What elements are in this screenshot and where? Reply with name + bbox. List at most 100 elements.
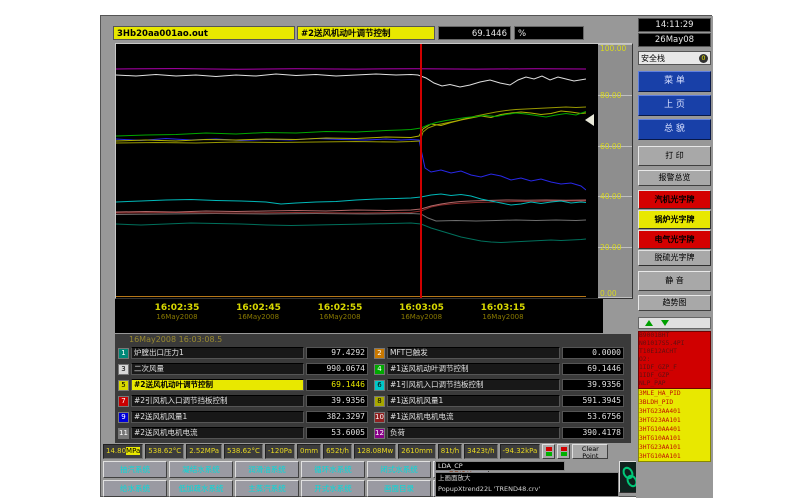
system-page-button[interactable]: 开式水系统 bbox=[301, 480, 365, 497]
alarm-tag[interactable]: 1IDF_GZP bbox=[639, 372, 710, 380]
warning-tag[interactable]: 3HTG23AA101 bbox=[639, 443, 710, 452]
x-tick-time: 16:02:45 bbox=[226, 303, 292, 313]
alarm-tag[interactable]: T10E12ACHT bbox=[639, 348, 710, 356]
trend-line bbox=[116, 111, 586, 141]
x-tick-label: 16:02:3516May2008 bbox=[144, 303, 210, 321]
pen-color-chip: 3 bbox=[118, 364, 129, 375]
pen-label[interactable]: 二次风量 bbox=[131, 363, 304, 375]
legend-row-2[interactable]: 2MFT已触发0.0000 bbox=[374, 346, 624, 360]
pen-label[interactable]: #1送风机电机电流 bbox=[387, 411, 560, 423]
point-description-field[interactable]: #2送风机动叶调节控制 bbox=[297, 26, 435, 40]
pen-value: 382.3297 bbox=[306, 411, 368, 423]
legend-row-3[interactable]: 3二次风量990.0674 bbox=[118, 362, 368, 376]
fgd-annunciator-button[interactable]: 脱硫光字牌 bbox=[638, 250, 711, 266]
trend-plot[interactable] bbox=[116, 44, 586, 298]
pen-label[interactable]: 炉膛出口压力1 bbox=[131, 347, 304, 359]
electrical-annunciator-button[interactable]: 电气光字牌 bbox=[638, 230, 711, 249]
legend-row-11[interactable]: 11#2送风机电机电流53.6005 bbox=[118, 426, 368, 440]
legend-row-4[interactable]: 4#1送风机动叶调节控制69.1446 bbox=[374, 362, 624, 376]
warning-tag[interactable]: 3HTG23AA101 bbox=[639, 416, 710, 425]
x-tick-date: 16May2008 bbox=[226, 313, 292, 321]
legend-row-9[interactable]: 9#2送风机风量1382.3297 bbox=[118, 410, 368, 424]
pen-label[interactable]: #1送风机风量1 bbox=[387, 395, 560, 407]
system-page-button[interactable]: 闭式水系统 bbox=[367, 461, 431, 478]
pen-label[interactable]: #2送风机风量1 bbox=[131, 411, 304, 423]
indicator-button-1[interactable] bbox=[542, 444, 555, 459]
page-down-icon[interactable] bbox=[661, 320, 669, 326]
x-axis: 16:02:3516May200816:02:4516May200816:02:… bbox=[115, 299, 603, 333]
pen-color-chip: 12 bbox=[374, 428, 385, 439]
x-tick-date: 16May2008 bbox=[389, 313, 455, 321]
pen-label[interactable]: #2引风机入口调节挡板控制 bbox=[131, 395, 304, 407]
page-up-icon[interactable] bbox=[645, 320, 653, 326]
system-page-button[interactable]: 主蒸汽系统 bbox=[235, 480, 299, 497]
point-tag-field[interactable]: 3Hb20aa001ao.out bbox=[113, 26, 295, 40]
system-page-button[interactable]: 循环水系统 bbox=[301, 461, 365, 478]
system-page-button[interactable]: 低加疏水系统 bbox=[169, 480, 233, 497]
warning-tag[interactable]: 3BLDH_PID bbox=[639, 398, 710, 407]
system-page-button[interactable]: 给水系统 bbox=[103, 480, 167, 497]
legend-row-1[interactable]: 1炉膛出口压力197.4292 bbox=[118, 346, 368, 360]
sidebar: 14:11:29 26May08 安全栈 0 菜 单 上 页 总 貌 打 印 报… bbox=[636, 16, 713, 498]
clear-point-button[interactable]: Clear Point bbox=[572, 444, 608, 459]
trend-line bbox=[116, 112, 586, 137]
boiler-annunciator-button[interactable]: 锅炉光字牌 bbox=[638, 210, 711, 229]
alarm-tag[interactable]: N01017S5.4PI bbox=[639, 340, 710, 348]
trend-line bbox=[116, 74, 586, 87]
selected-pen-pointer-icon[interactable] bbox=[585, 114, 594, 126]
warning-tag[interactable]: 3HTG10AA401 bbox=[639, 425, 710, 434]
alarm-summary-button[interactable]: 报警总览 bbox=[638, 170, 711, 186]
status-value-highlight: MPa bbox=[126, 447, 140, 455]
alarm-tag[interactable]: NLP_PAP bbox=[639, 380, 710, 388]
safety-stack-count: 0 bbox=[699, 54, 708, 63]
indicator-button-2[interactable] bbox=[557, 444, 570, 459]
pen-color-chip: 1 bbox=[118, 348, 129, 359]
legend-row-7[interactable]: 7#2引风机入口调节挡板控制39.9356 bbox=[118, 394, 368, 408]
system-page-button[interactable]: 抽汽系统 bbox=[103, 461, 167, 478]
trend-scrollbar-strip[interactable] bbox=[586, 44, 598, 298]
alarm-tag[interactable]: O2: bbox=[639, 356, 710, 364]
pen-value: 0.0000 bbox=[562, 347, 624, 359]
pen-label[interactable]: 负荷 bbox=[387, 427, 560, 439]
legend-row-10[interactable]: 10#1送风机电机电流53.6756 bbox=[374, 410, 624, 424]
trend-page-button[interactable]: 趋势图 bbox=[638, 295, 711, 311]
status-value-box: 2610mm bbox=[398, 444, 435, 459]
system-page-button[interactable]: 画面目录 bbox=[367, 480, 431, 497]
tag-list-toolbar bbox=[638, 317, 711, 329]
pen-color-chip: 5 bbox=[118, 380, 129, 391]
warning-tag[interactable]: 3HTG10AA101 bbox=[639, 434, 710, 443]
legend-row-5[interactable]: 5#2送风机动叶调节控制69.1446 bbox=[118, 378, 368, 392]
y-tick-label: 60.00 bbox=[600, 142, 621, 151]
menu-button[interactable]: 菜 单 bbox=[638, 71, 711, 92]
status-value-box: 538.62°C bbox=[145, 444, 184, 459]
alarm-tag[interactable]: 1IDF_GZP_F bbox=[639, 364, 710, 372]
previous-page-button[interactable]: 上 页 bbox=[638, 95, 711, 116]
pen-label[interactable]: MFT已触发 bbox=[387, 347, 560, 359]
status-value-box: 81t/h bbox=[438, 444, 462, 459]
safety-stack-indicator[interactable]: 安全栈 0 bbox=[638, 51, 711, 65]
print-button[interactable]: 打 印 bbox=[638, 146, 711, 166]
warning-tag[interactable]: 3HTG10AA101 bbox=[639, 452, 710, 461]
alarm-tag[interactable]: B9001BHT bbox=[639, 332, 710, 340]
trend-line bbox=[116, 214, 586, 222]
legend-row-12[interactable]: 12负荷390.4178 bbox=[374, 426, 624, 440]
legend-row-6[interactable]: 6#1引风机入口调节挡板控制39.9356 bbox=[374, 378, 624, 392]
turbine-annunciator-button[interactable]: 汽机光字牌 bbox=[638, 190, 711, 209]
pen-color-chip: 11 bbox=[118, 428, 129, 439]
system-page-button[interactable]: 凝结水系统 bbox=[169, 461, 233, 478]
legend-row-8[interactable]: 8#1送风机风量1591.3945 bbox=[374, 394, 624, 408]
x-tick-label: 16:02:4516May2008 bbox=[226, 303, 292, 321]
pen-label[interactable]: #1引风机入口调节挡板控制 bbox=[387, 379, 560, 391]
pen-label[interactable]: #2送风机动叶调节控制 bbox=[131, 379, 304, 391]
pen-value: 69.1446 bbox=[306, 379, 368, 391]
warning-tag[interactable]: 3HTG23AA401 bbox=[639, 407, 710, 416]
pen-label[interactable]: #2送风机电机电流 bbox=[131, 427, 304, 439]
pen-label[interactable]: #1送风机动叶调节控制 bbox=[387, 363, 560, 375]
overview-button[interactable]: 总 貌 bbox=[638, 119, 711, 140]
system-page-button[interactable]: 润滑油系统 bbox=[235, 461, 299, 478]
safety-stack-label: 安全栈 bbox=[641, 53, 665, 64]
warning-tag[interactable]: 3MLE_HA_PID bbox=[639, 389, 710, 398]
x-tick-date: 16May2008 bbox=[144, 313, 210, 321]
pen-value: 97.4292 bbox=[306, 347, 368, 359]
mute-button[interactable]: 静 音 bbox=[638, 271, 711, 291]
